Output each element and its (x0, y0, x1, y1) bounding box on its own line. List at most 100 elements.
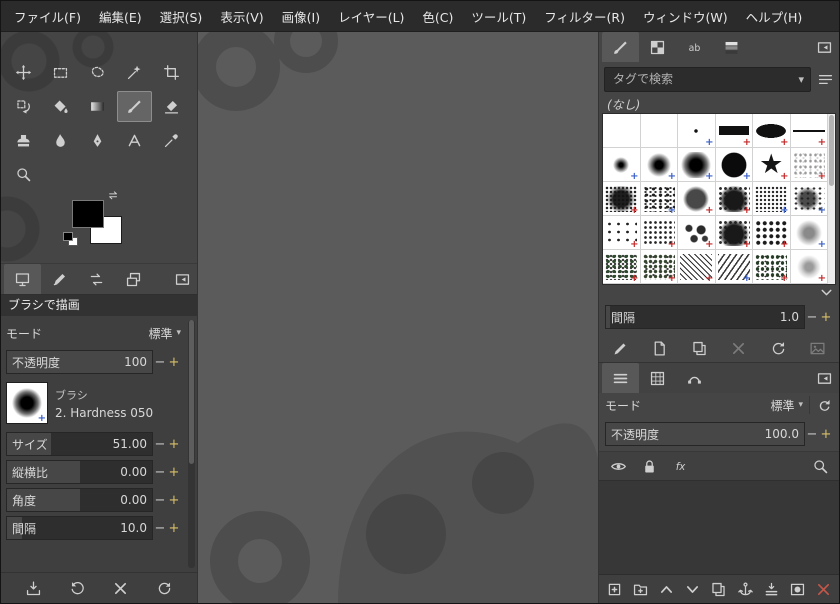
reset-tool-options-button[interactable] (153, 577, 175, 599)
angle-slider[interactable]: 角度 0.00 (6, 488, 153, 512)
size-increase-button[interactable]: + (167, 437, 181, 452)
menu-item-7[interactable]: ツール(T) (462, 3, 535, 30)
paintbrush-tool[interactable] (117, 91, 152, 122)
delete-tool-preset-button[interactable] (110, 577, 132, 599)
menu-item-4[interactable]: 画像(I) (273, 3, 329, 30)
brush-selector[interactable]: + ブラシ 2. Hardness 050 (6, 379, 181, 427)
brush-item[interactable] (640, 114, 678, 148)
bucket-fill-tool[interactable] (43, 91, 78, 122)
menu-item-2[interactable]: 選択(S) (151, 3, 212, 30)
menu-item-8[interactable]: フィルター(R) (535, 3, 634, 30)
default-colors-icon[interactable] (63, 232, 79, 248)
brush-item[interactable]: + (715, 114, 753, 148)
tool-options-tab[interactable] (4, 264, 41, 294)
smudge-tool[interactable] (43, 125, 78, 156)
anchor-layer-button[interactable] (734, 578, 756, 600)
add-layer-mask-button[interactable] (787, 578, 809, 600)
brush-item[interactable]: + (678, 216, 716, 250)
menu-item-5[interactable]: レイヤー(L) (329, 3, 413, 30)
transform-tool[interactable] (6, 91, 41, 122)
edit-brush-button[interactable] (609, 337, 631, 359)
brushes-tab[interactable] (602, 32, 639, 62)
angle-increase-button[interactable]: + (167, 493, 181, 508)
images-tab[interactable] (115, 264, 152, 294)
channels-tab[interactable] (639, 363, 676, 393)
layers-dock-menu-button[interactable] (812, 363, 836, 393)
fonts-tab[interactable]: ab (676, 32, 713, 62)
raise-layer-button[interactable] (656, 578, 678, 600)
brush-item[interactable]: + (790, 114, 828, 148)
scrollbar-thumb[interactable] (829, 115, 834, 187)
aspect-ratio-increase-button[interactable]: + (167, 465, 181, 480)
brush-item[interactable]: + (603, 148, 641, 182)
refresh-brushes-button[interactable] (767, 337, 789, 359)
brush-item[interactable]: + (790, 216, 828, 250)
layer-search-icon[interactable] (811, 457, 829, 475)
layers-list[interactable] (599, 481, 839, 575)
spacing-increase-button[interactable]: + (167, 521, 181, 536)
lower-layer-button[interactable] (682, 578, 704, 600)
layer-opacity-decrease-button[interactable]: − (805, 427, 819, 442)
menu-item-10[interactable]: ヘルプ(H) (737, 3, 812, 30)
aspect-ratio-slider[interactable]: 縦横比 0.00 (6, 460, 153, 484)
tool-options-scrollbar[interactable] (188, 320, 195, 568)
gradient-tool[interactable] (80, 91, 115, 122)
tag-search-box[interactable]: ▾ (604, 66, 811, 92)
opacity-decrease-button[interactable]: − (153, 355, 167, 370)
brush-list-scrollbar[interactable] (828, 114, 835, 284)
brush-item[interactable]: + (678, 250, 716, 284)
save-tool-preset-button[interactable] (23, 577, 45, 599)
new-layer-group-button[interactable] (629, 578, 651, 600)
brush-item[interactable]: + (715, 182, 753, 216)
canvas[interactable] (198, 31, 601, 603)
brush-item[interactable]: + (603, 250, 641, 284)
brush-item[interactable]: + (790, 182, 828, 216)
brush-item[interactable]: + (753, 216, 791, 250)
ink-tool[interactable] (80, 125, 115, 156)
spacing-decrease-button[interactable]: − (153, 521, 167, 536)
brush-item[interactable]: + (715, 250, 753, 284)
merge-down-button[interactable] (760, 578, 782, 600)
clone-tool[interactable] (6, 125, 41, 156)
text-tool[interactable] (117, 125, 152, 156)
layers-tab[interactable] (602, 363, 639, 393)
size-decrease-button[interactable]: − (153, 437, 167, 452)
patterns-tab[interactable] (639, 32, 676, 62)
duplicate-brush-button[interactable] (688, 337, 710, 359)
menu-item-1[interactable]: 編集(E) (90, 3, 151, 30)
aspect-ratio-decrease-button[interactable]: − (153, 465, 167, 480)
spacing-increase-button[interactable]: + (819, 310, 833, 325)
brushes-dock-menu-button[interactable] (812, 32, 836, 62)
brush-item[interactable]: + (678, 182, 716, 216)
paths-tab[interactable] (676, 363, 713, 393)
chevron-down-icon[interactable]: ▾ (798, 73, 804, 86)
opacity-increase-button[interactable]: + (167, 355, 181, 370)
brush-item[interactable]: + (678, 148, 716, 182)
restore-tool-preset-button[interactable] (66, 577, 88, 599)
scrollbar-thumb[interactable] (189, 320, 194, 464)
brush-item[interactable]: + (753, 250, 791, 284)
delete-brush-button[interactable] (728, 337, 750, 359)
delete-layer-button[interactable] (813, 578, 835, 600)
visibility-icon[interactable] (609, 457, 627, 475)
brush-item[interactable]: + (603, 216, 641, 250)
device-status-tab[interactable] (41, 264, 78, 294)
selected-tag[interactable]: (なし) (599, 96, 839, 113)
new-layer-button[interactable] (603, 578, 625, 600)
zoom-tool[interactable] (6, 159, 41, 190)
menu-item-9[interactable]: ウィンドウ(W) (634, 3, 737, 30)
crop-tool[interactable] (154, 57, 189, 88)
layer-opacity-slider[interactable]: 不透明度 100.0 (605, 422, 805, 446)
brush-item[interactable]: + (753, 182, 791, 216)
brush-item[interactable]: + (640, 148, 678, 182)
brush-filter-expand-button[interactable] (599, 285, 839, 300)
spacing-decrease-button[interactable]: − (805, 310, 819, 325)
menu-item-3[interactable]: 表示(V) (211, 3, 272, 30)
brush-item[interactable]: + (715, 148, 753, 182)
brush-item[interactable]: + (640, 182, 678, 216)
color-picker-tool[interactable] (154, 125, 189, 156)
lock-icon[interactable] (640, 457, 658, 475)
mode-switch-button[interactable] (809, 396, 833, 414)
mode-select[interactable]: 標準 ▾ (148, 325, 181, 342)
menu-item-6[interactable]: 色(C) (413, 3, 462, 30)
